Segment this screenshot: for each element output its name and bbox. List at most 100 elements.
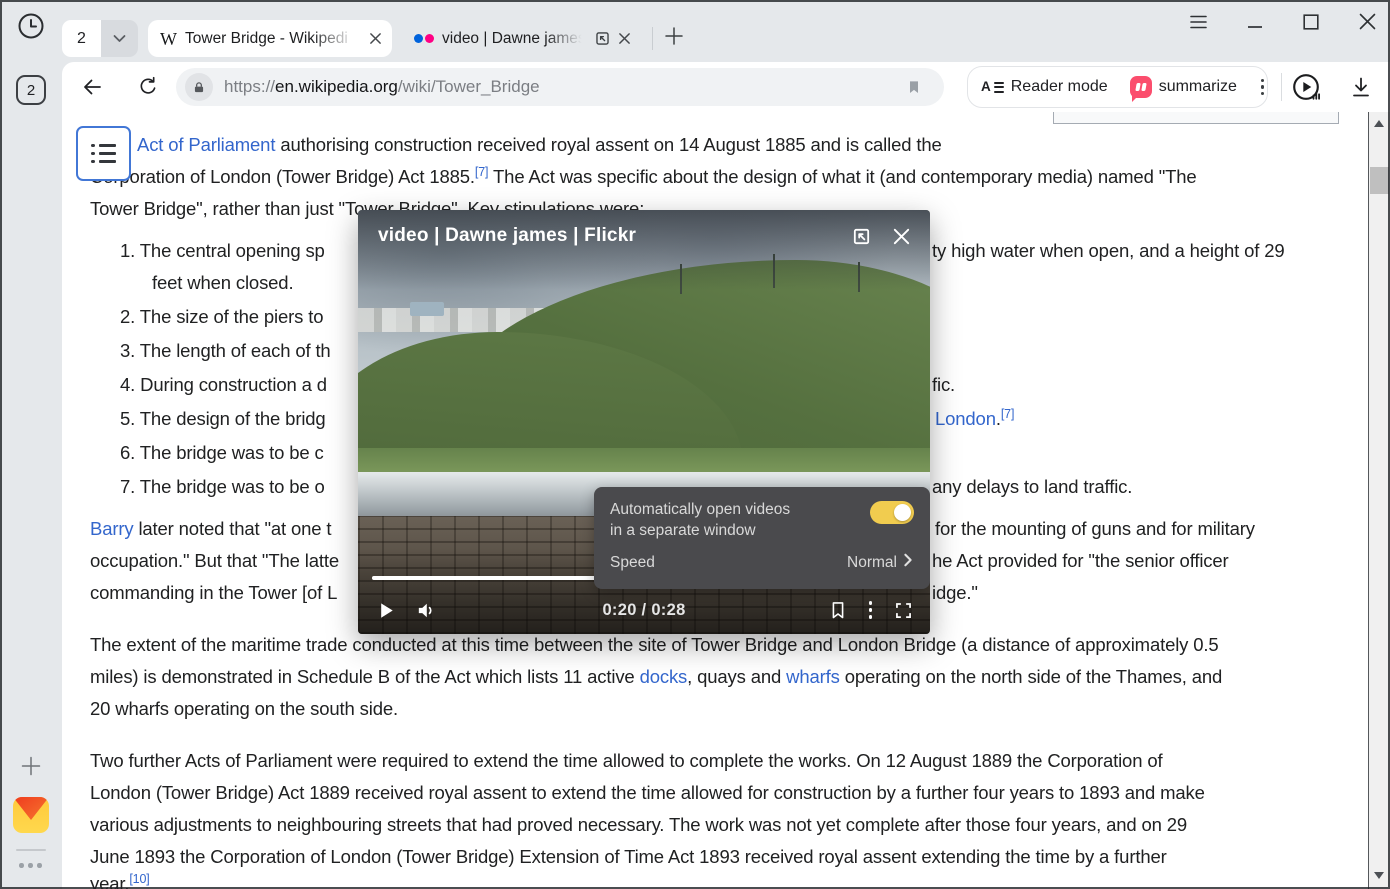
- speed-setting-row[interactable]: Speed Normal: [610, 553, 914, 572]
- toggle-knob: [894, 504, 912, 522]
- ref-10-link[interactable]: [10]: [129, 872, 149, 886]
- text: Two further Acts of Parliament were requ…: [90, 750, 1162, 771]
- list-item: 4. During construction a d: [120, 374, 327, 395]
- page-tools: A Reader mode summarize: [967, 66, 1268, 108]
- close-video-button[interactable]: [891, 226, 912, 247]
- minimize-button[interactable]: [1247, 14, 1263, 35]
- video-more-button[interactable]: [869, 601, 873, 619]
- link-act-of-parliament[interactable]: Act of Parliament: [137, 134, 275, 155]
- reader-mode-button[interactable]: A Reader mode: [981, 78, 1108, 96]
- tab-tower-bridge[interactable]: W Tower Bridge - Wikipedi: [148, 20, 392, 57]
- tab-close-button[interactable]: [618, 32, 631, 45]
- auto-open-toggle[interactable]: [870, 501, 914, 524]
- sidebar-divider: [16, 849, 46, 851]
- flickr-favicon: [414, 34, 434, 43]
- menu-button[interactable]: [1190, 15, 1207, 34]
- speed-label: Speed: [610, 554, 847, 572]
- url-host: en.wikipedia.org: [275, 77, 398, 96]
- text: year.: [90, 873, 129, 889]
- link-barry[interactable]: Barry: [90, 518, 133, 539]
- close-window-button[interactable]: [1359, 13, 1376, 35]
- list-item: 2. The size of the piers to: [120, 306, 323, 327]
- window-controls: [1190, 0, 1376, 48]
- reader-mode-label: Reader mode: [1011, 78, 1108, 96]
- link-docks[interactable]: docks: [640, 666, 688, 687]
- play-button[interactable]: [374, 599, 397, 622]
- tab-group-control: 2: [62, 20, 138, 57]
- tab-count-button[interactable]: 2: [62, 20, 101, 57]
- wikipedia-search-box-partial[interactable]: [1053, 112, 1339, 124]
- table-of-contents-button[interactable]: [76, 126, 131, 181]
- text: later noted that "at one t: [133, 518, 331, 539]
- scrollbar-up-arrow[interactable]: [1374, 120, 1384, 127]
- bookmark-button[interactable]: [906, 77, 922, 102]
- text: operating on the north side of the Thame…: [840, 666, 1222, 687]
- listen-page-button[interactable]: [1291, 72, 1321, 102]
- floating-video-player[interactable]: video | Dawne james | Flickr 0:20 / 0:28: [358, 210, 930, 634]
- tab-close-button[interactable]: [369, 32, 382, 45]
- text: occupation." But that "The latte: [90, 550, 339, 571]
- mail-app-icon[interactable]: [13, 797, 49, 833]
- text: June 1893 the Corporation of London (Tow…: [90, 846, 1167, 867]
- reload-button[interactable]: [137, 76, 159, 98]
- list-item: 6. The bridge was to be c: [120, 442, 324, 463]
- scrollbar-thumb[interactable]: [1370, 167, 1389, 194]
- list-item: 7. The bridge was to be o: [120, 476, 325, 497]
- sidebar-add-button[interactable]: [20, 757, 42, 779]
- summarize-quote-icon: [1130, 76, 1152, 98]
- text: he Act provided for "the senior officer: [932, 550, 1229, 571]
- chevron-down-icon: [113, 30, 126, 48]
- tab-title: Tower Bridge - Wikipedi: [185, 30, 361, 48]
- clock-icon: [17, 12, 45, 45]
- text: The extent of the maritime trade conduct…: [90, 634, 1219, 655]
- sidebar-tab-counter[interactable]: 2: [16, 75, 46, 105]
- new-tab-button[interactable]: [659, 23, 689, 53]
- plus-icon: [663, 25, 685, 52]
- url-path: /wiki/Tower_Bridge: [398, 77, 540, 96]
- tab-title: video | Dawne james: [442, 30, 586, 48]
- text: fic.: [932, 374, 955, 395]
- bookmark-video-button[interactable]: [828, 599, 848, 621]
- scrollbar-down-arrow[interactable]: [1374, 872, 1384, 879]
- summarize-button[interactable]: summarize: [1130, 76, 1237, 98]
- url-text[interactable]: https://en.wikipedia.org/wiki/Tower_Brid…: [224, 77, 540, 97]
- back-button[interactable]: [80, 75, 104, 99]
- reader-mode-icon: A: [981, 80, 1004, 94]
- link-wharfs[interactable]: wharfs: [786, 666, 840, 687]
- return-to-tab-button[interactable]: [851, 226, 872, 247]
- ref-7-link[interactable]: [7]: [475, 165, 488, 179]
- video-title: video | Dawne james | Flickr: [378, 225, 851, 247]
- close-icon: [1359, 13, 1376, 35]
- sidebar-more-button[interactable]: [19, 863, 42, 868]
- list-icon: [91, 144, 116, 164]
- scrollbar[interactable]: [1368, 112, 1390, 889]
- lock-icon[interactable]: [185, 73, 213, 101]
- minimize-icon: [1247, 14, 1263, 35]
- maximize-button[interactable]: [1303, 14, 1319, 35]
- text: London (Tower Bridge) Act 1889 received …: [90, 782, 1205, 803]
- list-item: 1. The central opening sp: [120, 240, 325, 261]
- ref-7-link[interactable]: [7]: [1001, 407, 1014, 421]
- tab-flickr-video[interactable]: video | Dawne james: [402, 20, 639, 57]
- divider: [1281, 73, 1282, 101]
- summarize-label: summarize: [1159, 78, 1237, 96]
- downloads-button[interactable]: [1349, 75, 1373, 99]
- address-bar[interactable]: https://en.wikipedia.org/wiki/Tower_Brid…: [176, 68, 944, 106]
- text: , quays and: [687, 666, 786, 687]
- history-clock-button[interactable]: [17, 14, 45, 42]
- speed-value: Normal: [847, 554, 897, 572]
- list-item: 5. The design of the bridg: [120, 408, 326, 429]
- picture-in-picture-icon[interactable]: [594, 30, 611, 47]
- tabstrip-divider: [652, 27, 653, 50]
- text: commanding in the Tower [of L: [90, 582, 337, 603]
- fullscreen-button[interactable]: [893, 600, 914, 621]
- more-tools-button[interactable]: [1261, 79, 1264, 95]
- text: authorising construction received royal …: [275, 134, 941, 155]
- text: various adjustments to neighbouring stre…: [90, 814, 1187, 835]
- video-controls: 0:20 / 0:28: [358, 592, 930, 628]
- wikipedia-favicon: W: [160, 30, 177, 48]
- tab-list-dropdown-button[interactable]: [101, 20, 138, 57]
- volume-button[interactable]: [415, 599, 438, 622]
- link-london[interactable]: London: [935, 408, 996, 429]
- text: feet when closed.: [152, 272, 293, 293]
